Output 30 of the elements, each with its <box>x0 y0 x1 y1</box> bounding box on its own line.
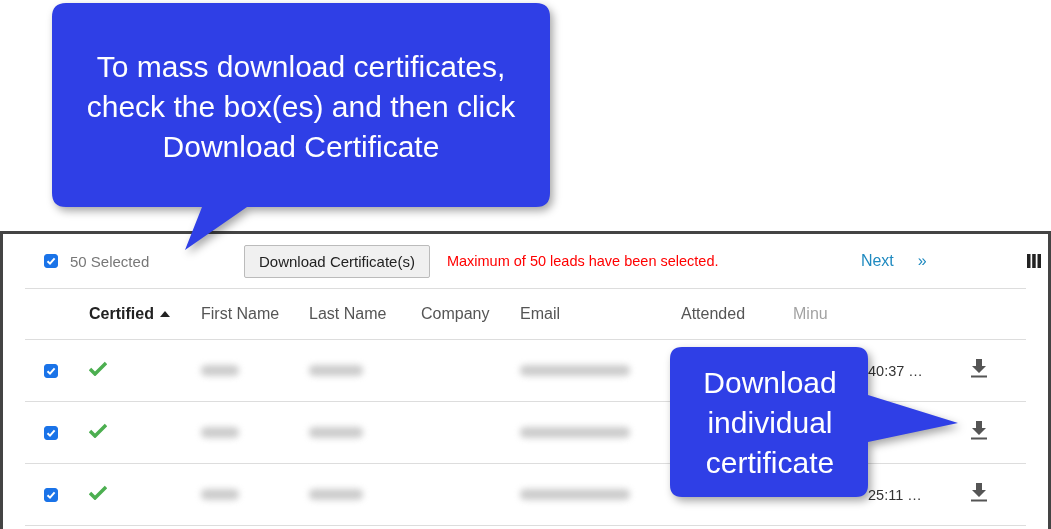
callout-text: To mass download certificates, check the box(es) and then click Download Certificate <box>85 49 517 165</box>
checkbox[interactable] <box>44 363 58 378</box>
selected-count: 50 Selected <box>70 252 151 270</box>
blurred-text <box>201 365 239 376</box>
download-icon[interactable] <box>970 421 988 440</box>
blurred-text <box>201 489 239 500</box>
blurred-text <box>201 427 239 438</box>
time-cell: 25:11 … <box>868 486 922 503</box>
last-page-link[interactable]: » <box>917 252 927 270</box>
sort-ascending-icon <box>159 311 170 317</box>
column-header[interactable]: Email <box>520 305 560 323</box>
blurred-text <box>309 489 363 500</box>
checkbox[interactable] <box>44 425 58 440</box>
download-icon[interactable] <box>970 483 988 502</box>
checkbox[interactable] <box>44 254 58 268</box>
columns-icon[interactable] <box>1026 253 1042 269</box>
warning-message: Maximum of 50 leads have been selected. <box>446 253 720 269</box>
download-certificates-button[interactable]: Download Certificate(s) <box>244 244 430 278</box>
column-header[interactable]: First Name <box>201 305 280 323</box>
column-header[interactable]: Attended <box>681 305 746 323</box>
checkbox[interactable] <box>44 487 58 502</box>
blurred-text <box>309 427 363 438</box>
column-header[interactable]: Last Name <box>309 305 387 323</box>
next-link[interactable]: Next <box>860 252 894 270</box>
column-header[interactable]: Certified <box>89 305 154 323</box>
column-header[interactable]: Company <box>421 305 490 323</box>
blurred-text <box>309 365 363 376</box>
time-cell: 40:37 … <box>868 362 923 379</box>
callout-text: Download individual certificate <box>702 365 838 481</box>
download-icon[interactable] <box>970 359 988 378</box>
